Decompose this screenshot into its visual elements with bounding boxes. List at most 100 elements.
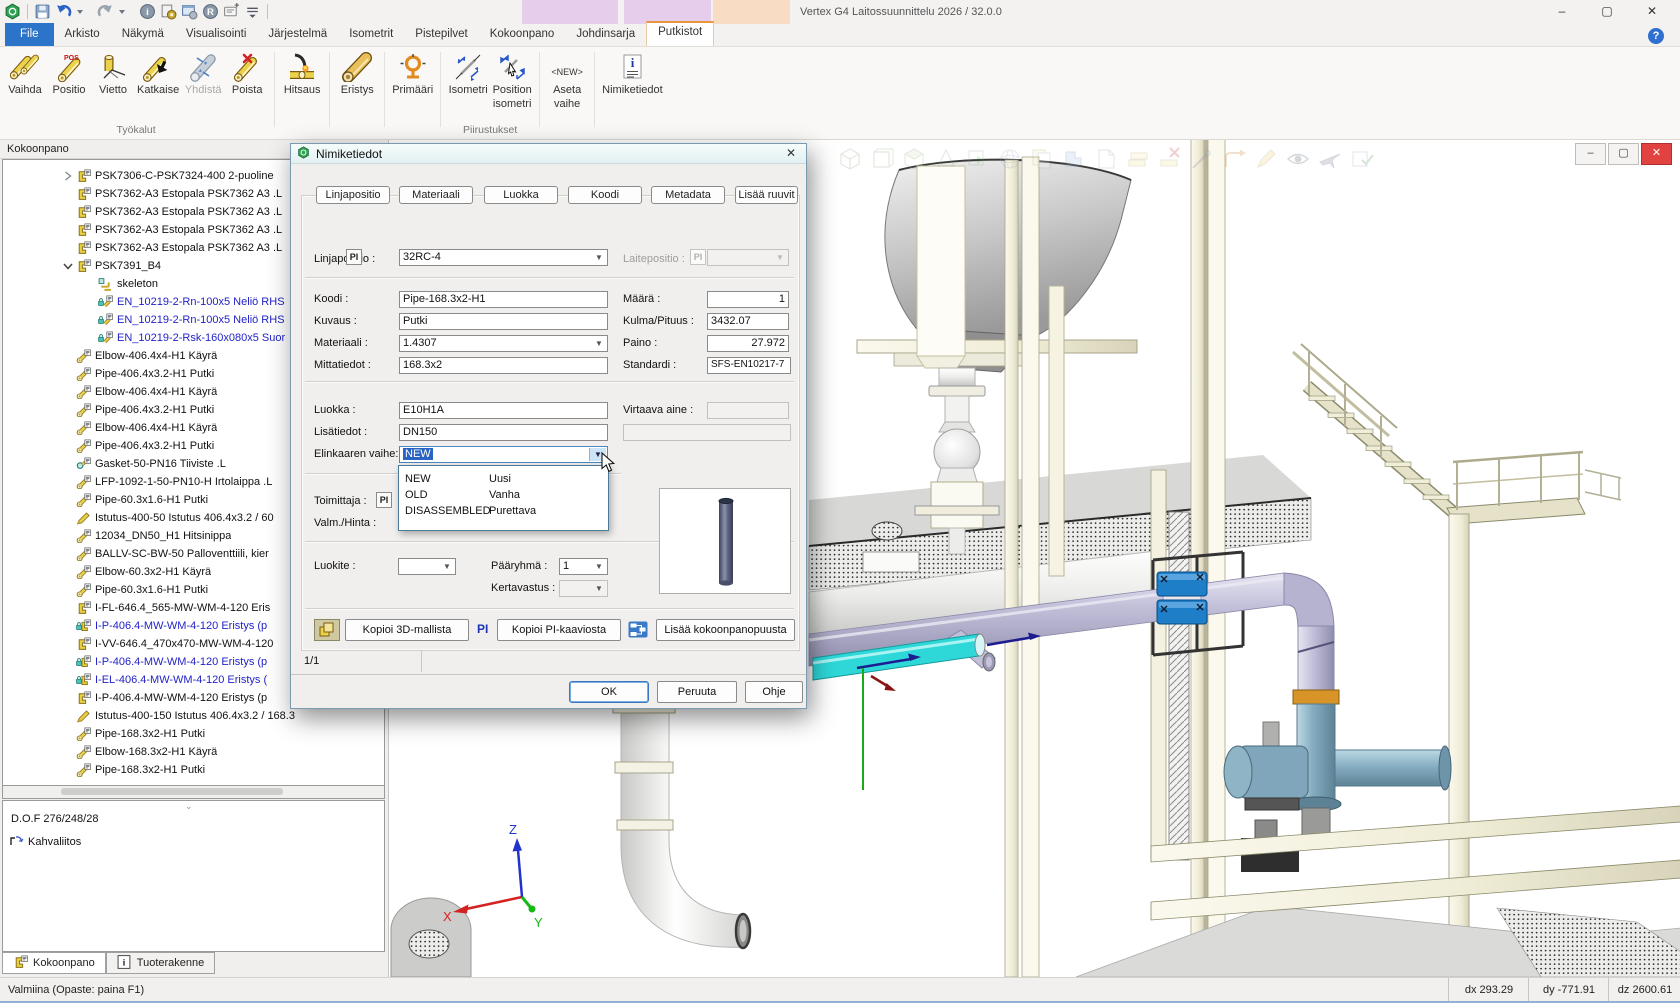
block-blue-icon[interactable]	[1061, 146, 1087, 172]
tree-item[interactable]: Pipe-168.3x2-H1 Putki	[3, 725, 384, 743]
pi-link-button[interactable]: PI	[376, 492, 392, 508]
chevron-down-icon[interactable]: ▼	[592, 251, 606, 264]
chevron-down-icon[interactable]: ▼	[592, 582, 606, 595]
ribbon-tab-kokoonpano[interactable]: Kokoonpano	[479, 23, 566, 46]
primääri-button[interactable]: Primääri	[390, 49, 435, 96]
viewport-minimize-button[interactable]: –	[1575, 143, 1606, 165]
materiaali-combo[interactable]: 1.4307▼	[399, 335, 608, 352]
katkaise-button[interactable]: Katkaise	[135, 49, 181, 96]
view-cube-icon[interactable]	[869, 146, 895, 172]
ribbon-tab-pistepilvet[interactable]: Pistepilvet	[404, 23, 478, 46]
kuvaus-field[interactable]: Putki	[399, 313, 608, 330]
expander-closed-icon[interactable]	[59, 171, 76, 181]
dropdown-option-old[interactable]: OLDVanha	[399, 487, 608, 503]
ribbon-tab-file[interactable]: File	[5, 23, 54, 46]
caret-icon[interactable]	[118, 3, 135, 20]
scrollbar-thumb[interactable]	[61, 788, 283, 795]
dialog-tab-linjapositio[interactable]: Linjapositio	[316, 186, 390, 204]
confirm-box-icon[interactable]	[1349, 146, 1375, 172]
ribbon-tab-putkistot[interactable]: Putkistot	[646, 21, 714, 46]
dropdown-option-disassembled[interactable]: DISASSEMBLEDPurettava	[399, 503, 608, 519]
expander-open-icon[interactable]	[59, 262, 76, 270]
resource-gear-icon[interactable]	[160, 3, 177, 20]
linjapositio-combo[interactable]: 32RC-4▼	[399, 249, 608, 266]
chevron-down-icon[interactable]: ▼	[592, 337, 606, 350]
poista-button[interactable]: Poista	[225, 49, 269, 96]
kulma-field[interactable]: 3432.07	[707, 313, 789, 330]
ribbon-tab-isometrit[interactable]: Isometrit	[338, 23, 404, 46]
maximize-button[interactable]: ▢	[1590, 0, 1624, 23]
route-elbow-icon[interactable]	[1221, 146, 1247, 172]
koodi-field[interactable]: Pipe-168.3x2-H1	[399, 291, 608, 308]
aseta-vaihe-button[interactable]: <NEW>Asetavaihe	[545, 49, 589, 110]
view-top-icon[interactable]	[901, 146, 927, 172]
lisatiedot-field[interactable]: DN150	[399, 424, 608, 441]
dialog-tab-materiaali[interactable]: Materiaali	[399, 186, 473, 204]
positio-button[interactable]: POSPositio	[47, 49, 91, 96]
tree-item[interactable]: Elbow-168.3x2-H1 Käyrä	[3, 743, 384, 761]
position-isometri-button[interactable]: Positionisometri	[490, 49, 534, 110]
add-from-assembly-tree-button[interactable]: Lisää kokoonpanopuusta	[656, 619, 795, 641]
ribbon-tab-visualisointi[interactable]: Visualisointi	[175, 23, 258, 46]
isometri-button[interactable]: Isometri	[446, 49, 490, 96]
nimiketiedot-button[interactable]: iNimiketiedot	[600, 49, 665, 96]
chevron-down-icon[interactable]: ▼	[440, 560, 454, 573]
dropdown-option-new[interactable]: NEWUusi	[399, 471, 608, 487]
dialog-titlebar[interactable]: Nimiketiedot	[291, 144, 806, 164]
undo-icon[interactable]	[55, 3, 72, 20]
tree-item[interactable]: Istutus-400-150 Istutus 406.4x3.2 / 168.…	[3, 707, 384, 725]
copy-from-3d-button[interactable]: Kopioi 3D-mallista	[345, 619, 469, 641]
menu-caret-icon[interactable]	[244, 3, 261, 20]
page-fold-icon[interactable]	[1093, 146, 1119, 172]
view-front-icon[interactable]	[837, 146, 863, 172]
view-wire-icon[interactable]	[997, 146, 1023, 172]
view-prism-icon[interactable]	[933, 146, 959, 172]
viewport-maximize-button[interactable]: ▢	[1608, 143, 1639, 165]
select-wand-icon[interactable]	[1189, 146, 1215, 172]
paino-field[interactable]: 27.972	[707, 335, 789, 352]
minimize-button[interactable]: –	[1545, 0, 1579, 23]
luokite-combo[interactable]: ▼	[398, 558, 456, 575]
panel-tab-tuoterakenne[interactable]: iTuoterakenne	[106, 952, 215, 974]
redo-icon[interactable]	[97, 3, 114, 20]
card-plus-icon[interactable]	[223, 3, 240, 20]
paaryhma-combo[interactable]: 1▼	[559, 558, 608, 575]
viewport-close-button[interactable]: ✕	[1641, 143, 1672, 165]
save-icon[interactable]	[34, 3, 51, 20]
layer-stack-icon[interactable]	[1125, 146, 1151, 172]
dialog-tab-lisaa-ruuvit[interactable]: Lisää ruuvit	[735, 186, 798, 204]
caret-icon[interactable]	[76, 3, 93, 20]
help-icon[interactable]: ?	[1648, 28, 1664, 44]
ribbon-tab-näkymä[interactable]: Näkymä	[111, 23, 175, 46]
doc-copy-icon[interactable]	[1029, 146, 1055, 172]
list-item[interactable]: Kahvaliitos	[9, 833, 81, 850]
mittatiedot-field[interactable]: 168.3x2	[399, 357, 608, 374]
luokka-field[interactable]: E10H1A	[399, 402, 608, 419]
panel-tab-kokoonpano[interactable]: Kokoonpano	[2, 952, 106, 974]
white-elbow-pipe[interactable]	[613, 700, 750, 948]
copy-pages-button[interactable]	[314, 619, 340, 641]
dialog-close-icon[interactable]: ✕	[782, 146, 800, 160]
ribbon-tab-johdinsarja[interactable]: Johdinsarja	[565, 23, 646, 46]
ribbon-tab-järjestelmä[interactable]: Järjestelmä	[257, 23, 338, 46]
vaihda-button[interactable]: Vaihda	[3, 49, 47, 96]
maara-field[interactable]: 1	[707, 291, 789, 308]
dialog-tab-koodi[interactable]: Koodi	[568, 186, 642, 204]
standardi-field[interactable]: SFS-EN10217-7	[707, 357, 791, 374]
tree-item[interactable]: Pipe-168.3x2-H1 Putki	[3, 761, 384, 779]
eristys-button[interactable]: Eristys	[335, 49, 379, 96]
help-button[interactable]: Ohje	[745, 681, 803, 703]
pi-link-button[interactable]: PI	[346, 249, 362, 265]
kertavastus-combo[interactable]: ▼	[559, 580, 608, 597]
cancel-button[interactable]: Peruuta	[657, 681, 737, 703]
collapse-chevron-icon[interactable]: ⌄	[185, 801, 193, 812]
dialog-tab-metadata[interactable]: Metadata	[651, 186, 725, 204]
hitsaus-button[interactable]: Hitsaus	[280, 49, 324, 96]
tree-horizontal-scrollbar[interactable]	[2, 786, 385, 799]
window-gear-icon[interactable]	[181, 3, 198, 20]
pump[interactable]	[1224, 722, 1308, 810]
layer-delete-icon[interactable]	[1157, 146, 1183, 172]
chevron-down-icon[interactable]: ▼	[592, 560, 606, 573]
elinkaari-combo[interactable]: NEW▼	[399, 446, 608, 463]
ribbon-tab-arkisto[interactable]: Arkisto	[54, 23, 111, 46]
